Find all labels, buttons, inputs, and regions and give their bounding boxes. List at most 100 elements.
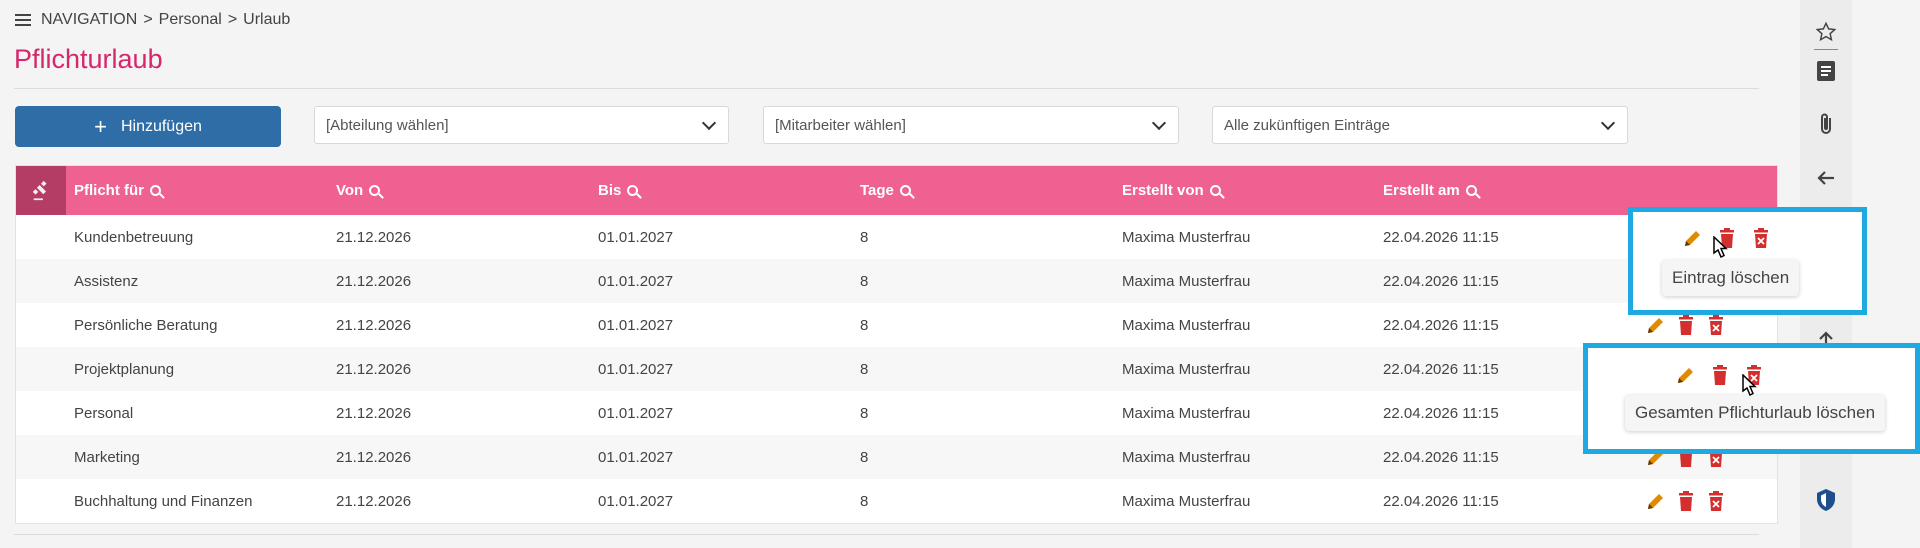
cell-bis: 01.01.2027 (598, 492, 674, 510)
th-von[interactable]: Von (336, 166, 381, 215)
cell-pflicht-fuer: Persönliche Beratung (74, 316, 218, 334)
cell-bis: 01.01.2027 (598, 360, 674, 378)
breadcrumb: NAVIGATION > Personal > Urlaub (15, 11, 290, 29)
trash-icon[interactable] (1676, 314, 1696, 336)
cell-bis: 01.01.2027 (598, 228, 674, 246)
search-icon[interactable] (150, 185, 161, 196)
breadcrumb-urlaub[interactable]: Urlaub (243, 11, 290, 29)
cell-bis: 01.01.2027 (598, 448, 674, 466)
cell-pflicht-fuer: Marketing (74, 448, 140, 466)
th-erstellt-von[interactable]: Erstellt von (1122, 166, 1221, 215)
cell-erstellt-am: 22.04.2026 11:15 (1383, 492, 1499, 510)
gavel-icon (16, 166, 66, 215)
title-divider (14, 88, 1759, 89)
chevron-down-icon (1151, 115, 1167, 131)
breadcrumb-root[interactable]: NAVIGATION (41, 11, 137, 29)
tooltip-delete-entry: Eintrag löschen (1662, 260, 1800, 296)
table-row[interactable]: Buchhaltung und Finanzen 21.12.2026 01.01.… (16, 479, 1777, 523)
cell-von: 21.12.2026 (336, 404, 412, 422)
search-icon[interactable] (1209, 185, 1221, 196)
cell-erstellt-am: 22.04.2026 11:15 (1383, 448, 1499, 466)
breadcrumb-separator: > (227, 11, 238, 28)
chevron-down-icon (701, 115, 717, 131)
note-icon[interactable] (1814, 59, 1838, 83)
cell-erstellt-am: 22.04.2026 11:15 (1383, 228, 1499, 246)
cell-bis: 01.01.2027 (598, 404, 674, 422)
cell-erstellt-von: Maxima Musterfrau (1122, 272, 1251, 290)
arrow-left-icon[interactable] (1814, 166, 1838, 190)
trash-x-icon[interactable] (1706, 314, 1726, 336)
trash-x-icon[interactable] (1706, 490, 1726, 512)
employee-select-value: [Mitarbeiter wählen] (775, 116, 906, 134)
hamburger-icon[interactable] (15, 14, 31, 26)
department-select-value: [Abteilung wählen] (326, 116, 449, 134)
chevron-down-icon (1600, 115, 1616, 131)
cell-erstellt-am: 22.04.2026 11:15 (1383, 272, 1499, 290)
table-row[interactable]: Personal 21.12.2026 01.01.2027 8 Maxima Must… (16, 391, 1777, 435)
cell-von: 21.12.2026 (336, 228, 412, 246)
page-title: Pflichturlaub (14, 44, 163, 74)
table-row[interactable]: Kundenbetreuung 21.12.2026 01.01.2027 8 Maxi… (16, 215, 1777, 259)
cursor-icon (1742, 374, 1757, 397)
cell-erstellt-von: Maxima Musterfrau (1122, 360, 1251, 378)
cell-bis: 01.01.2027 (598, 272, 674, 290)
cell-tage: 8 (860, 272, 869, 290)
star-icon[interactable] (1814, 20, 1838, 44)
th-erstellt-am[interactable]: Erstellt am (1383, 166, 1477, 215)
search-icon[interactable] (627, 185, 639, 196)
cell-erstellt-am: 22.04.2026 11:15 (1383, 360, 1499, 378)
cell-tage: 8 (860, 404, 869, 422)
cell-erstellt-von: Maxima Musterfrau (1122, 228, 1251, 246)
trash-x-icon[interactable] (1751, 227, 1771, 249)
th-tage[interactable]: Tage (860, 166, 911, 215)
search-icon[interactable] (369, 185, 381, 196)
th-label: Erstellt von (1122, 182, 1204, 199)
cell-erstellt-von: Maxima Musterfrau (1122, 448, 1251, 466)
search-icon[interactable] (1465, 185, 1477, 196)
cell-von: 21.12.2026 (336, 360, 412, 378)
cell-von: 21.12.2026 (336, 448, 412, 466)
pencil-icon[interactable] (1676, 364, 1696, 386)
table-body: Kundenbetreuung 21.12.2026 01.01.2027 8 Maxi… (16, 215, 1777, 523)
th-pflicht-fuer[interactable]: Pflicht für (74, 166, 161, 215)
pencil-icon[interactable] (1646, 490, 1666, 512)
add-button-label: Hinzufügen (120, 117, 202, 135)
pencil-icon[interactable] (1646, 314, 1666, 336)
th-bis[interactable]: Bis (598, 166, 639, 215)
table-row[interactable]: Marketing 21.12.2026 01.01.2027 8 Maxima Mus… (16, 435, 1777, 479)
cell-tage: 8 (860, 448, 869, 466)
department-select[interactable]: [Abteilung wählen] (314, 106, 729, 144)
trash-icon[interactable] (1676, 490, 1696, 512)
cell-pflicht-fuer: Kundenbetreuung (74, 228, 194, 246)
th-label: Von (336, 182, 364, 199)
pencil-icon[interactable] (1683, 227, 1703, 249)
vacation-table: Pflicht für Von Bis Tage Erstellt von Er… (15, 165, 1778, 524)
plus-icon: + (94, 113, 107, 139)
filter-select[interactable]: Alle zukünftigen Einträge (1212, 106, 1628, 144)
table-row[interactable]: Persönliche Beratung 21.12.2026 01.01.2027… (16, 303, 1777, 347)
th-label: Pflicht für (74, 182, 144, 199)
th-label: Tage (860, 182, 894, 199)
shield-icon[interactable] (1814, 488, 1838, 512)
filter-select-value: Alle zukünftigen Einträge (1224, 116, 1390, 134)
cell-pflicht-fuer: Personal (74, 404, 134, 422)
cell-erstellt-von: Maxima Musterfrau (1122, 492, 1251, 510)
paperclip-icon[interactable] (1814, 112, 1838, 136)
add-button[interactable]: + Hinzufügen (15, 106, 281, 147)
employee-select[interactable]: [Mitarbeiter wählen] (763, 106, 1179, 144)
trash-icon[interactable] (1710, 364, 1730, 386)
cell-von: 21.12.2026 (336, 316, 412, 334)
cursor-icon (1713, 236, 1728, 259)
cell-tage: 8 (860, 316, 869, 334)
th-label: Erstellt am (1383, 182, 1460, 199)
row-actions (1646, 479, 1726, 523)
cell-pflicht-fuer: Buchhaltung und Finanzen (74, 492, 253, 510)
search-icon[interactable] (899, 185, 911, 196)
table-row[interactable]: Assistenz 21.12.2026 01.01.2027 8 Maxima Mus… (16, 259, 1777, 303)
cell-erstellt-am: 22.04.2026 11:15 (1383, 316, 1499, 334)
table-row[interactable]: Projektplanung 21.12.2026 01.01.2027 8 Maxim… (16, 347, 1777, 391)
sidebar-divider (1814, 49, 1838, 50)
breadcrumb-personal[interactable]: Personal (159, 11, 222, 29)
breadcrumb-separator: > (143, 11, 153, 28)
cell-erstellt-am: 22.04.2026 11:15 (1383, 404, 1499, 422)
